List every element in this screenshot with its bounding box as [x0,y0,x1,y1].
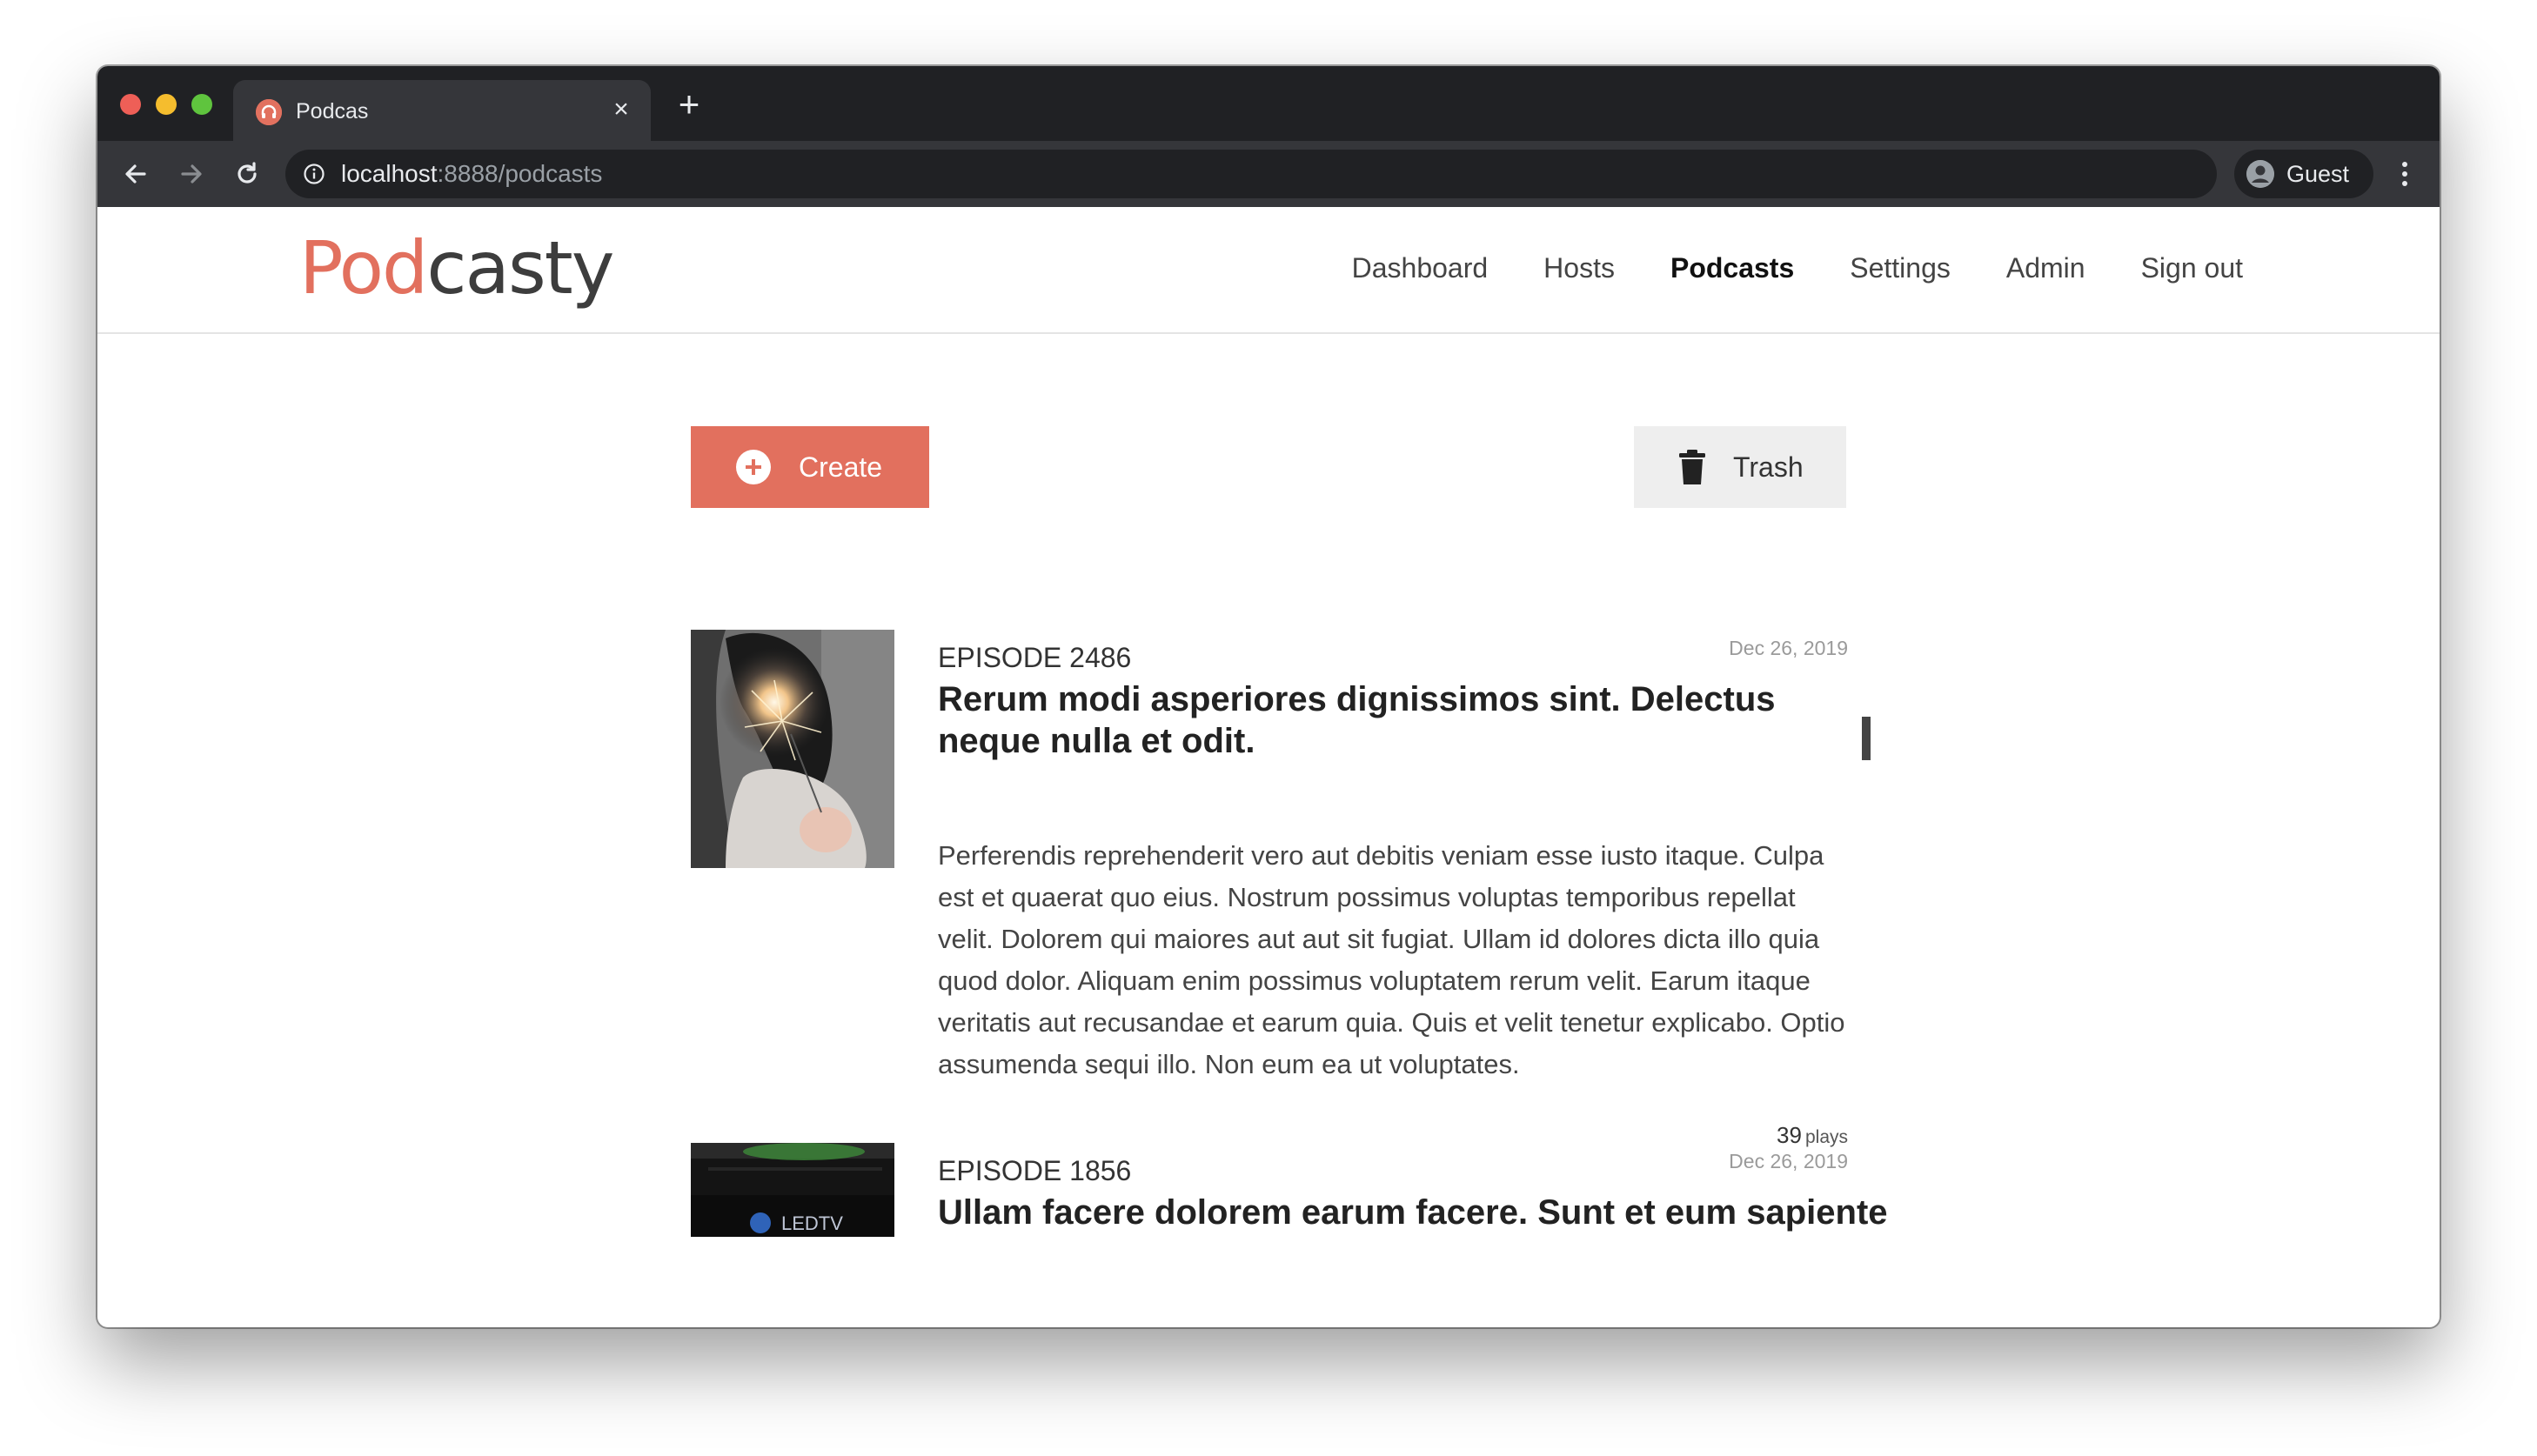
maximize-window-button[interactable] [191,94,212,115]
logo-pod: Pod [299,225,428,311]
nav-admin[interactable]: Admin [2006,250,2085,285]
plays-label: plays [1804,1127,1848,1147]
tab-title: Podcas [296,99,369,124]
new-tab-button[interactable]: + [672,86,706,123]
more-vert-icon[interactable] [2391,155,2419,193]
url-text: localhost:8888/podcasts [341,160,602,188]
forward-button[interactable] [172,155,211,193]
trash-button[interactable]: Trash [1634,426,1846,508]
nav-hosts[interactable]: Hosts [1543,250,1615,285]
minimize-window-button[interactable] [156,94,177,115]
episode-thumbnail[interactable]: LEDTV [691,1143,894,1237]
profile-button[interactable]: Guest [2234,150,2373,198]
browser-tab[interactable]: Podcas × [233,80,651,141]
plays-count: 39 [1777,1122,1802,1148]
nav-podcasts[interactable]: Podcasts [1670,250,1794,285]
episode-description: Perferendis reprehenderit vero aut debit… [938,840,1845,1079]
episode-number: EPISODE 2486 [938,642,1132,673]
plus-circle-icon [736,450,771,484]
nav-dashboard[interactable]: Dashboard [1352,250,1489,285]
tab-close-icon[interactable]: × [606,94,637,125]
trash-icon [1679,450,1705,484]
address-bar[interactable]: localhost:8888/podcasts [285,150,2217,198]
tab-bar: Podcas × + [97,66,2440,141]
info-icon[interactable] [303,163,325,185]
user-circle-icon [2246,160,2274,188]
arrow-left-icon [125,164,146,184]
back-button[interactable] [117,155,155,193]
scroll-indicator [1862,717,1871,760]
logo-casty: casty [426,225,614,311]
episode-title[interactable]: Ullam facere dolorem earum facere. Sunt … [938,1192,1888,1233]
close-window-button[interactable] [120,94,141,115]
browser-window: Podcas × + localhost:8888/podcasts Guest… [97,66,2440,1327]
headphones-icon [256,99,282,125]
browser-toolbar: localhost:8888/podcasts Guest [97,141,2440,207]
trash-button-label: Trash [1733,451,1804,483]
create-button-label: Create [799,451,883,483]
reload-icon [238,162,257,184]
episode-number: EPISODE 1856 [938,1155,1132,1186]
episode-date: Dec 26, 2019 [1729,1150,1848,1172]
site-logo[interactable]: Podcasty [299,225,614,311]
thumbnail-text: LEDTV [781,1212,843,1234]
episode-date: Dec 26, 2019 [1729,637,1848,659]
site-header: Podcasty Dashboard Hosts Podcasts Settin… [97,207,2440,334]
nav-sign-out[interactable]: Sign out [2141,250,2243,285]
main-nav: Dashboard Hosts Podcasts Settings Admin … [1352,250,2243,285]
create-button[interactable]: Create [691,426,929,508]
episode-plays: 39 plays [1777,1122,1848,1151]
url-host: localhost [341,160,438,187]
nav-settings[interactable]: Settings [1850,250,1951,285]
episode-title[interactable]: Rerum modi asperiores dignissimos sint. … [938,678,1843,762]
episode-thumbnail[interactable] [691,630,894,868]
reload-button[interactable] [228,155,266,193]
profile-label: Guest [2286,161,2350,187]
arrow-right-icon [181,164,202,184]
url-path: :8888/podcasts [437,160,603,187]
